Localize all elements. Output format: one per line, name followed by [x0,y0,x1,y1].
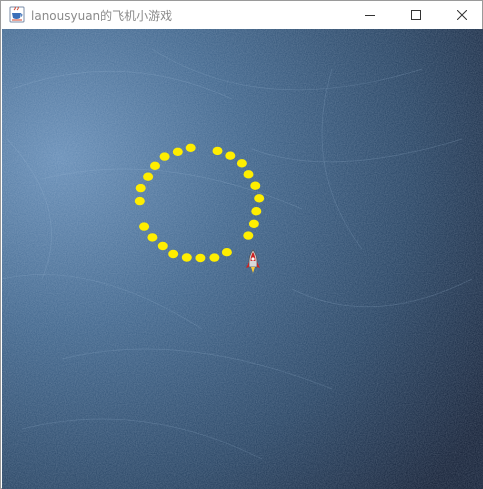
bullet [195,253,206,263]
bullet [168,249,179,259]
bullet [250,181,261,190]
bullet [159,152,170,161]
game-canvas[interactable] [2,29,483,489]
bullet [243,170,254,179]
window-title: lanousyuan的飞机小游戏 [31,9,173,23]
rocket-plane-icon[interactable] [245,249,261,275]
bullet [143,172,154,181]
bullet [147,233,158,242]
minimize-button[interactable] [347,1,393,29]
bullet [209,253,220,262]
maximize-button[interactable] [393,1,439,29]
maximize-icon [411,10,421,20]
bullet [139,222,150,231]
title-bar[interactable]: lanousyuan的飞机小游戏 [1,1,482,29]
minimize-icon [365,10,375,20]
java-cup-icon [9,6,25,23]
bullet [236,159,247,168]
game-window: lanousyuan的飞机小游戏 [0,0,483,489]
bullet [221,248,232,257]
close-button[interactable] [439,1,483,29]
bullet [181,253,192,262]
bullet [134,196,145,206]
bullet-layer [134,143,265,263]
bullet [172,147,183,156]
bullet [248,219,259,228]
bullet [135,183,146,193]
bullet [150,161,160,170]
bullet [185,143,196,152]
close-icon [457,10,467,20]
bullet [212,146,223,156]
bullet [251,207,262,216]
bullet [157,241,168,251]
bullet [254,194,265,203]
bullet [243,231,254,240]
bullet [225,151,236,160]
